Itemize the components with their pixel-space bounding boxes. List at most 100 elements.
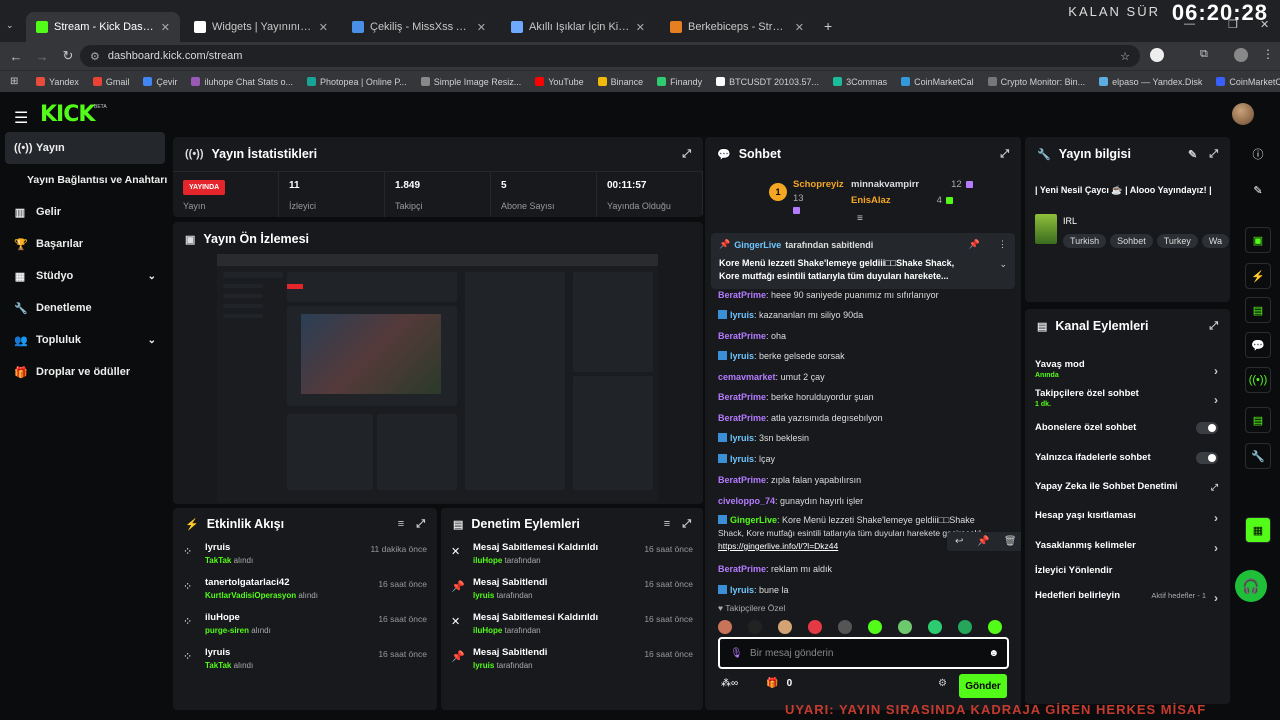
chat-icon[interactable]: 💬	[1245, 332, 1271, 358]
chat-message[interactable]: https://gingerlive.info/l/?l=Dkz44	[718, 541, 838, 551]
tab-list-button[interactable]: ⌄	[6, 20, 14, 31]
channel-action[interactable]: Yalnızca ifadelerle sohbet	[1035, 452, 1220, 464]
bookmark-item[interactable]: BTCUSDT 20103.57...	[716, 77, 819, 87]
chat-message[interactable]: BeratPrime: berke horulduyordur şuan	[718, 392, 874, 402]
bookmark-item[interactable]: 3Commas	[833, 77, 887, 87]
moderation-item[interactable]: ✕ Mesaj Sabitlemesi Kaldırıldı iluHope tar…	[441, 542, 703, 577]
wrench-icon[interactable]: 🔧	[1245, 443, 1271, 469]
screen-icon[interactable]: ▣	[1245, 227, 1271, 253]
forward-button[interactable]: →	[32, 46, 52, 66]
emote-icon[interactable]	[778, 620, 792, 634]
bookmark-item[interactable]: Gmail	[92, 77, 129, 87]
emote-icon[interactable]	[898, 620, 912, 634]
chat-username[interactable]: BeratPrime	[718, 392, 766, 402]
popout-icon[interactable]: ⤢	[1209, 320, 1218, 333]
kick-logo[interactable]: KICK	[40, 102, 95, 127]
moderation-item[interactable]: 📌 Mesaj Sabitlendi lyruis tarafından 16 saa…	[441, 577, 703, 612]
bookmark-item[interactable]: elpaso — Yandex.Disk	[1099, 77, 1202, 87]
microphone-icon[interactable]: 🎙	[730, 648, 743, 659]
reply-icon[interactable]: ↩	[955, 536, 963, 547]
chat-message[interactable]: lyruis: lçay	[718, 454, 775, 464]
popout-icon[interactable]: ⤢	[682, 518, 691, 531]
document-icon[interactable]: ▤	[1245, 297, 1271, 323]
send-button[interactable]: Gönder	[959, 674, 1007, 698]
reload-button[interactable]: ↻	[58, 46, 78, 66]
chat-message[interactable]: BeratPrime: reklam mı aldık	[718, 564, 832, 574]
chat-username[interactable]: GingerLive	[730, 515, 777, 525]
chat-username[interactable]: lyruis	[730, 310, 754, 320]
popout-icon[interactable]: ⤢	[1209, 148, 1218, 161]
emote-icon[interactable]	[718, 620, 732, 634]
new-tab-button[interactable]: +	[824, 18, 832, 34]
expand-icon[interactable]: ⌄	[999, 259, 1007, 270]
channel-action[interactable]: Hedefleri belirleyin › Aktif hedefler - 1	[1035, 590, 1220, 605]
popout-icon[interactable]: ⤢	[416, 518, 425, 531]
url-bar[interactable]: ⚙ dashboard.kick.com/stream ☆	[80, 45, 1140, 67]
sidebar-item[interactable]: ((•)) Yayın	[5, 132, 165, 164]
chat-message[interactable]: cemavmarket: umut 2 çay	[718, 372, 825, 382]
channel-action[interactable]: Hesap yaşı kısıtlaması ›	[1035, 510, 1220, 525]
activity-item[interactable]: ⁘ lyruis TakTak alındı 16 saat önce	[173, 647, 437, 682]
loyalty-icon[interactable]: ⁂∞	[721, 678, 738, 689]
channel-action[interactable]: Yasaklanmış kelimeler ›	[1035, 540, 1220, 555]
chat-message[interactable]: civeloppo_74: gunaydın hayırlı işler	[718, 496, 863, 506]
site-info-icon[interactable]: ⚙	[90, 50, 100, 63]
browser-tab[interactable]: Çekiliş - MissXss AI Bot System ✕	[342, 12, 496, 42]
chat-message[interactable]: lyruis: kazananları mı siliyo 90da	[718, 310, 863, 320]
activity-item[interactable]: ⁘ tanertolgatarlaci42 KurtlarVadisiOperasy…	[173, 577, 437, 612]
emoji-picker-icon[interactable]: ☻	[988, 648, 999, 659]
moderation-item[interactable]: 📌 Mesaj Sabitlendi lyruis tarafından 16 saa…	[441, 647, 703, 682]
popout-icon[interactable]: ⤢	[682, 148, 691, 161]
extensions-icon[interactable]: ⧉	[1200, 48, 1208, 61]
stream-tag[interactable]: Sohbet	[1110, 234, 1153, 248]
chat-username[interactable]: lyruis	[730, 585, 754, 595]
leader-entry[interactable]: Schopreyiz 13	[793, 179, 844, 214]
channel-action[interactable]: İzleyici Yönlendir	[1035, 565, 1220, 576]
chat-username[interactable]: BeratPrime	[718, 564, 766, 574]
pin-message-icon[interactable]: 📌	[977, 536, 989, 547]
browser-tab[interactable]: Widgets | Yayınını güçlendirmek ✕	[184, 12, 338, 42]
menu-icon[interactable]: ⋮	[1262, 47, 1274, 61]
support-chat-button[interactable]: 🎧	[1235, 570, 1267, 602]
chat-message[interactable]: BeratPrime: atla yazısınıda degısebılyon	[718, 413, 883, 423]
leader-entry[interactable]: EnisAlaz 4	[851, 195, 953, 206]
browser-tab[interactable]: Stream - Kick Dashboard ✕	[26, 12, 180, 42]
sidebar-item[interactable]: 🔧 Denetleme	[0, 292, 170, 324]
channel-action[interactable]: Abonelere özel sohbet	[1035, 422, 1220, 434]
delete-icon[interactable]: 🗑	[1004, 536, 1017, 547]
grid-icon[interactable]: ▦	[1245, 517, 1271, 543]
bookmark-item[interactable]: Çevir	[143, 77, 177, 87]
filter-icon[interactable]: ≡	[664, 518, 670, 531]
chat-settings-icon[interactable]: ⚙	[938, 678, 947, 689]
emote-icon[interactable]	[808, 620, 822, 634]
more-icon[interactable]: ⋮	[998, 239, 1007, 250]
chat-username[interactable]: lyruis	[730, 433, 754, 443]
stream-tag[interactable]: Turkey	[1156, 234, 1198, 248]
chat-message[interactable]: BeratPrime: oha	[718, 331, 786, 341]
browser-tab[interactable]: Berkebiceps - Stream Overla ✕	[660, 12, 814, 42]
lightning-icon[interactable]: ⚡	[1245, 263, 1271, 289]
chat-username[interactable]: BeratPrime	[718, 475, 766, 485]
bookmark-star-icon[interactable]: ☆	[1120, 50, 1130, 63]
bookmark-item[interactable]: Binance	[597, 77, 643, 87]
minimize-button[interactable]: —	[1184, 18, 1195, 30]
bookmark-item[interactable]: iluhope Chat Stats o...	[191, 77, 293, 87]
pinned-message[interactable]: 📌 GingerLive tarafından sabitlendi 📌 ⋮ K…	[711, 233, 1015, 289]
sidebar-item[interactable]: ▦ Stüdyo ⌄	[0, 260, 170, 292]
sidebar-item[interactable]: 🏆 Başarılar	[0, 228, 170, 260]
chat-message[interactable]: BeratPrime: zıpla falan yapabılırsın	[718, 475, 861, 485]
close-tab-icon[interactable]: ✕	[477, 21, 486, 34]
chat-username[interactable]: lyruis	[730, 454, 754, 464]
user-avatar-icon[interactable]	[1234, 48, 1248, 62]
emote-icon[interactable]	[868, 620, 882, 634]
chat-username[interactable]: BeratPrime	[718, 331, 766, 341]
profile-icon[interactable]	[1150, 48, 1164, 62]
info-icon[interactable]: ⓘ	[1245, 141, 1271, 167]
gift-icon[interactable]: 🎁	[766, 678, 778, 689]
stream-tag[interactable]: Wa	[1201, 234, 1230, 248]
sidebar-item[interactable]: 👥 Topluluk ⌄	[0, 324, 170, 356]
bookmark-item[interactable]: Yandex	[36, 77, 79, 87]
user-avatar[interactable]	[1232, 103, 1254, 125]
broadcast-icon[interactable]: ((•))	[1245, 367, 1271, 393]
stream-preview-video[interactable]	[217, 254, 658, 502]
